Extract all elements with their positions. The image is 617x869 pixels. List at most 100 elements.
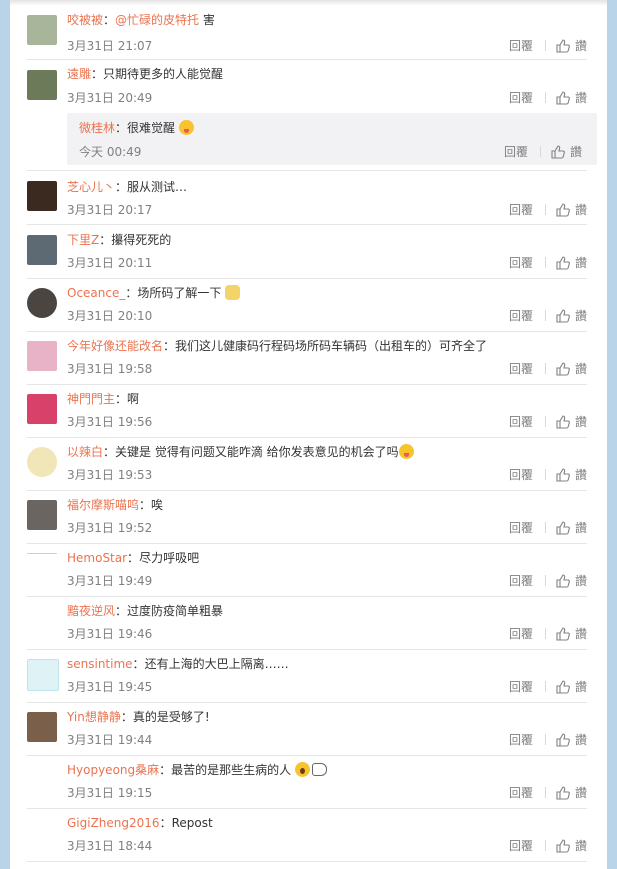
like-button[interactable]: 讚 xyxy=(575,254,587,271)
comment-body: 啊 xyxy=(127,392,140,406)
comment-item: 遠雕：只期待更多的人能觉醒 3月31日 20:49 回覆 讚 xyxy=(27,59,587,112)
like-button[interactable]: 讚 xyxy=(570,143,582,160)
username[interactable]: sensintime xyxy=(67,657,133,671)
username[interactable]: 以辣白 xyxy=(67,445,103,459)
comment-text: 福尔摩斯喵呜：唉 xyxy=(67,498,164,512)
avatar[interactable] xyxy=(27,181,57,211)
reply-button[interactable]: 回覆 xyxy=(509,466,533,483)
username[interactable]: 下里Z xyxy=(67,233,99,247)
thumbs-up-icon[interactable] xyxy=(556,785,570,800)
username[interactable]: 微桂林 xyxy=(79,121,115,135)
username[interactable]: 芝心儿丶 xyxy=(67,180,115,194)
avatar[interactable] xyxy=(27,15,57,45)
like-button[interactable]: 讚 xyxy=(575,784,587,801)
avatar[interactable] xyxy=(27,712,57,742)
avatar[interactable] xyxy=(27,659,59,691)
like-button[interactable]: 讚 xyxy=(575,360,587,377)
action-divider xyxy=(544,575,546,586)
thumbs-up-icon[interactable] xyxy=(556,467,570,482)
action-divider xyxy=(539,146,541,157)
comment-text: sensintime：还有上海的大巴上隔离…… xyxy=(67,657,289,671)
thumbs-up-icon[interactable] xyxy=(551,144,565,159)
like-button[interactable]: 讚 xyxy=(575,307,587,324)
like-button[interactable]: 讚 xyxy=(575,466,587,483)
avatar[interactable] xyxy=(27,394,57,424)
thumbs-up-icon[interactable] xyxy=(556,573,570,588)
comment-body: 过度防疫简单粗暴 xyxy=(127,604,224,618)
avatar[interactable] xyxy=(27,70,57,100)
thumbs-up-icon[interactable] xyxy=(556,732,570,747)
reply-button[interactable]: 回覆 xyxy=(509,784,533,801)
username[interactable]: 福尔摩斯喵呜 xyxy=(67,498,139,512)
reply-button[interactable]: 回覆 xyxy=(509,572,533,589)
like-button[interactable]: 讚 xyxy=(575,731,587,748)
username[interactable]: Hyopyeong桑麻 xyxy=(67,763,159,777)
thumbs-up-icon[interactable] xyxy=(556,626,570,641)
reply-button[interactable]: 回覆 xyxy=(509,360,533,377)
avatar[interactable] xyxy=(27,500,57,530)
like-button[interactable]: 讚 xyxy=(575,678,587,695)
reply-button[interactable]: 回覆 xyxy=(504,143,528,160)
like-button[interactable]: 讚 xyxy=(575,837,587,854)
reply-button[interactable]: 回覆 xyxy=(509,837,533,854)
comment-body: 害 xyxy=(199,13,215,27)
thumbs-up-icon[interactable] xyxy=(556,255,570,270)
thumbs-up-icon[interactable] xyxy=(556,38,570,53)
comment-time: 3月31日 20:49 xyxy=(67,91,153,105)
reply-button[interactable]: 回覆 xyxy=(509,625,533,642)
username[interactable]: 遠雕 xyxy=(67,67,91,81)
comment-time: 3月31日 21:07 xyxy=(67,39,153,53)
thumbs-up-icon[interactable] xyxy=(556,679,570,694)
thumbs-up-icon[interactable] xyxy=(556,520,570,535)
thumbs-up-icon[interactable] xyxy=(556,361,570,376)
avatar[interactable] xyxy=(27,447,57,477)
username[interactable]: 神門門主 xyxy=(67,392,115,406)
comment-text: 下里Z：攥得死死的 xyxy=(67,233,172,247)
thumbs-up-icon[interactable] xyxy=(556,308,570,323)
reply-button[interactable]: 回覆 xyxy=(509,678,533,695)
like-button[interactable]: 讚 xyxy=(575,625,587,642)
avatar[interactable] xyxy=(27,765,57,795)
like-button[interactable]: 讚 xyxy=(575,37,587,54)
comment-time: 3月31日 19:45 xyxy=(67,680,153,694)
avatar[interactable] xyxy=(27,606,57,636)
reply-button[interactable]: 回覆 xyxy=(509,413,533,430)
reply-button[interactable]: 回覆 xyxy=(509,519,533,536)
reply-button[interactable]: 回覆 xyxy=(509,307,533,324)
mention-link[interactable]: @忙碌的皮特托 xyxy=(115,13,199,27)
thumbs-up-icon[interactable] xyxy=(556,202,570,217)
reply-button[interactable]: 回覆 xyxy=(509,731,533,748)
like-button[interactable]: 讚 xyxy=(575,201,587,218)
avatar[interactable] xyxy=(27,818,57,848)
comment-body: 攥得死死的 xyxy=(111,233,172,247)
comment-item: 以辣白：关键是 觉得有问题又能咋滴 给你发表意见的机会了吗 3月31日 19:5… xyxy=(27,437,587,491)
username[interactable]: GigiZheng2016 xyxy=(67,816,160,830)
comment-body: 还有上海的大巴上隔离…… xyxy=(144,657,289,671)
thumbs-up-icon[interactable] xyxy=(556,414,570,429)
username[interactable]: 黯夜逆风 xyxy=(67,604,115,618)
reply-button[interactable]: 回覆 xyxy=(509,89,533,106)
username[interactable]: 咬被被 xyxy=(67,13,103,27)
like-button[interactable]: 讚 xyxy=(575,519,587,536)
username[interactable]: Oceance_ xyxy=(67,286,125,300)
avatar[interactable] xyxy=(27,288,57,318)
reply-button[interactable]: 回覆 xyxy=(509,37,533,54)
action-divider xyxy=(544,787,546,798)
avatar[interactable] xyxy=(27,235,57,265)
reply-button[interactable]: 回覆 xyxy=(509,254,533,271)
avatar[interactable] xyxy=(27,553,57,554)
username[interactable]: Yin想静静 xyxy=(67,710,121,724)
reply-button[interactable]: 回覆 xyxy=(509,201,533,218)
like-button[interactable]: 讚 xyxy=(575,572,587,589)
comment-actions: 回覆 讚 xyxy=(509,625,587,642)
comment-text: Oceance_：场所码了解一下 xyxy=(67,285,577,302)
avatar[interactable] xyxy=(27,341,57,371)
comment-actions: 回覆 讚 xyxy=(509,731,587,748)
thumbs-up-icon[interactable] xyxy=(556,838,570,853)
thumbs-up-icon[interactable] xyxy=(556,90,570,105)
username[interactable]: 今年好像还能改名 xyxy=(67,339,163,353)
like-button[interactable]: 讚 xyxy=(575,89,587,106)
action-divider xyxy=(544,840,546,851)
username[interactable]: HemoStar xyxy=(67,551,127,565)
like-button[interactable]: 讚 xyxy=(575,413,587,430)
